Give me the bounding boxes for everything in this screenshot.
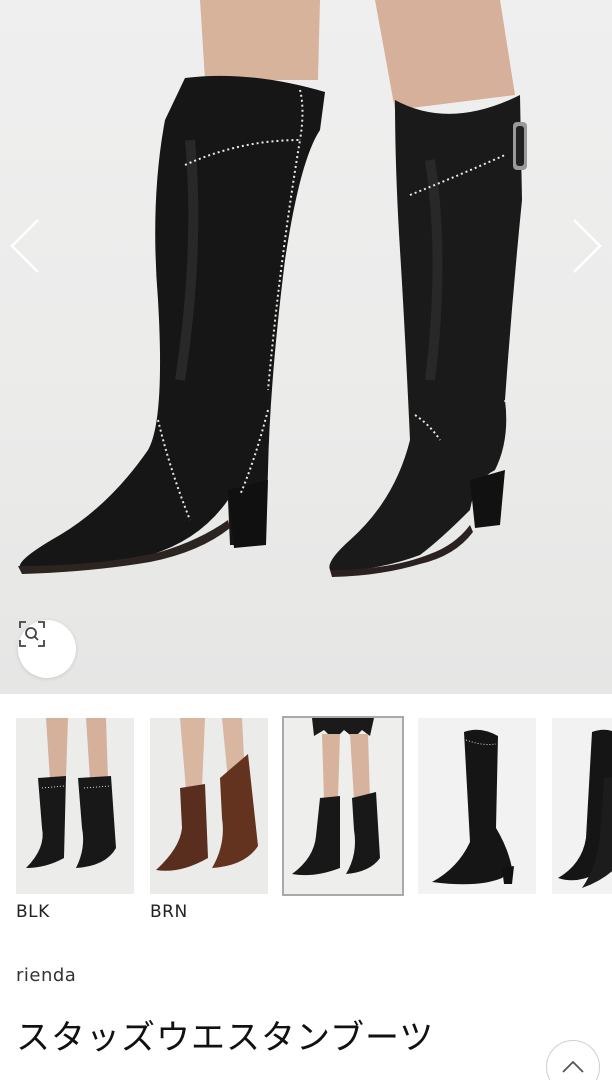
chevron-up-icon	[562, 1060, 584, 1073]
brand-name[interactable]: rienda	[16, 965, 76, 986]
zoom-button[interactable]	[18, 620, 76, 678]
thumbnail-brn[interactable]	[150, 718, 268, 894]
product-title: スタッズウエスタンブーツ	[16, 1018, 435, 1058]
color-label-brn: BRN	[150, 902, 188, 922]
thumbnail-strip: BLK BRN	[0, 694, 612, 934]
gallery-next-button[interactable]	[570, 216, 604, 276]
thumbnail-single-boot[interactable]	[418, 718, 536, 894]
chevron-left-icon	[10, 219, 39, 273]
back-to-top-button[interactable]	[546, 1040, 600, 1080]
gallery-prev-button[interactable]	[8, 216, 42, 276]
color-label-blk: BLK	[16, 902, 50, 922]
product-main-image[interactable]	[0, 0, 612, 694]
product-page: BLK BRN rienda スタッズウエスタンブーツ	[0, 0, 612, 1080]
thumbnail-pair-side[interactable]	[552, 718, 612, 894]
zoom-search-icon	[19, 621, 45, 647]
thumbnail-blk[interactable]	[16, 718, 134, 894]
chevron-right-icon	[573, 219, 602, 273]
thumbnail-styling[interactable]	[282, 716, 404, 896]
boots-photo	[18, 0, 527, 577]
